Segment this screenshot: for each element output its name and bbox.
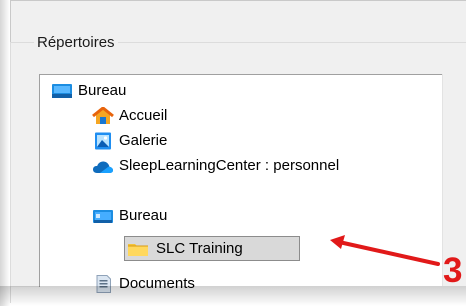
tree-item-bureau-root[interactable]: Bureau (51, 79, 126, 103)
tree-label: Bureau (78, 82, 127, 99)
onedrive-cloud-icon (93, 161, 113, 173)
gallery-icon (95, 132, 111, 150)
folder-icon (128, 243, 148, 256)
desktop-icon (52, 84, 72, 98)
desktop-folder-icon (93, 210, 113, 223)
home-icon (92, 107, 114, 124)
tree-label: SleepLearningCenter : personnel (119, 157, 340, 174)
tree-item-sleeplearningcenter[interactable]: SleepLearningCenter : personnel (92, 154, 339, 178)
tree-label: SLC Training (156, 239, 243, 257)
bottom-shadow (0, 286, 466, 306)
left-shadow (0, 0, 10, 306)
tree-label: Galerie (119, 132, 168, 149)
annotation-arrow (330, 235, 440, 266)
annotation-step-number: 3 (443, 251, 463, 290)
tree-item-galerie[interactable]: Galerie (92, 129, 167, 153)
tree-item-slc-training-selected[interactable]: SLC Training (124, 236, 300, 261)
screenshot-frame: Répertoires Bureau Accueil Galerie Sleep… (0, 0, 466, 306)
tree-item-accueil[interactable]: Accueil (92, 104, 167, 128)
tree-label: Bureau (119, 207, 168, 224)
tree-item-bureau-folder[interactable]: Bureau (92, 204, 167, 228)
tree-label: Accueil (119, 107, 168, 124)
groupbox-title: Répertoires (34, 34, 118, 52)
